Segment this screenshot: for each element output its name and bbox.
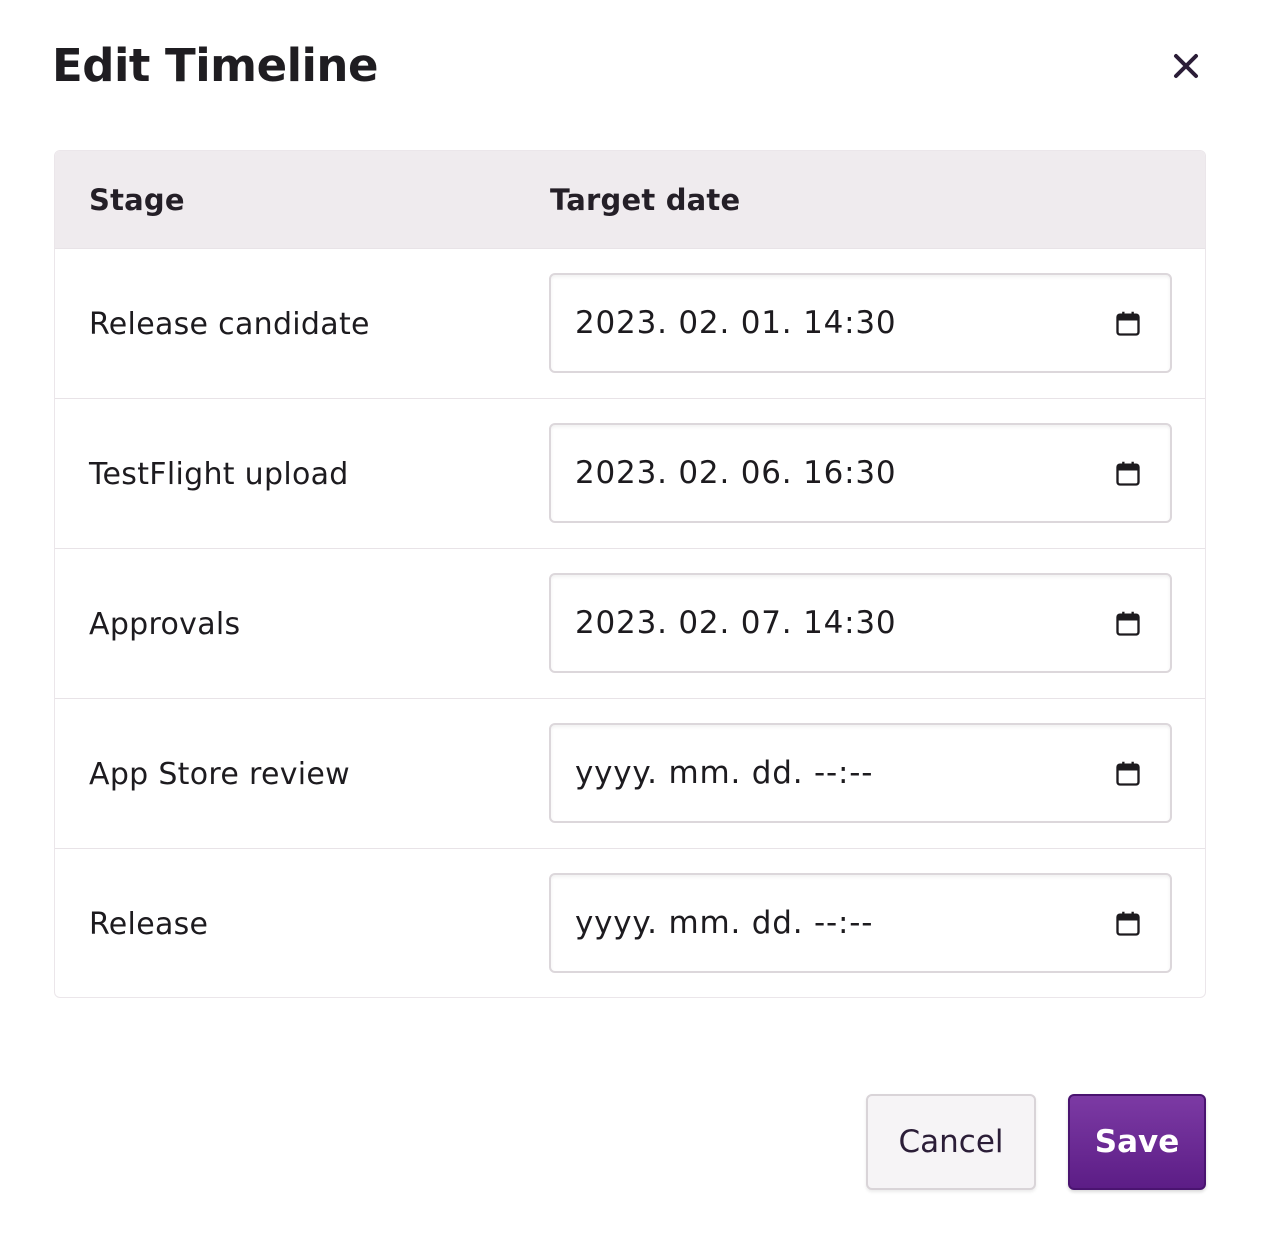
- table-row: Approvals 2023. 02. 07. 14:30: [55, 548, 1205, 698]
- close-icon: [1174, 54, 1198, 78]
- date-placeholder: yyyy. mm. dd. --:--: [575, 905, 874, 941]
- table-row: TestFlight upload 2023. 02. 06. 16:30: [55, 398, 1205, 548]
- table-row: Release yyyy. mm. dd. --:--: [55, 848, 1205, 997]
- date-value: 2023. 02. 01. 14:30: [575, 305, 897, 341]
- close-button[interactable]: [1165, 45, 1207, 87]
- stage-label: Release candidate: [89, 306, 370, 342]
- stage-label: App Store review: [89, 756, 350, 792]
- calendar-icon[interactable]: [1114, 310, 1142, 338]
- calendar-icon[interactable]: [1114, 610, 1142, 638]
- save-button[interactable]: Save: [1068, 1094, 1206, 1190]
- date-placeholder: yyyy. mm. dd. --:--: [575, 755, 874, 791]
- table-row: App Store review yyyy. mm. dd. --:--: [55, 698, 1205, 848]
- timeline-table: Stage Target date Release candidate 2023…: [54, 150, 1206, 998]
- target-date-input[interactable]: 2023. 02. 07. 14:30: [549, 573, 1172, 673]
- calendar-icon[interactable]: [1114, 760, 1142, 788]
- edit-timeline-dialog: Edit Timeline Stage Target date Release …: [0, 0, 1262, 1248]
- stage-label: Release: [89, 906, 209, 942]
- dialog-title: Edit Timeline: [52, 39, 379, 92]
- header-stage: Stage: [89, 182, 185, 217]
- calendar-icon[interactable]: [1114, 460, 1142, 488]
- calendar-icon[interactable]: [1114, 910, 1142, 938]
- date-value: 2023. 02. 06. 16:30: [575, 455, 897, 491]
- stage-label: Approvals: [89, 606, 241, 642]
- target-date-input[interactable]: yyyy. mm. dd. --:--: [549, 873, 1172, 973]
- table-header: Stage Target date: [55, 151, 1205, 248]
- date-value: 2023. 02. 07. 14:30: [575, 605, 897, 641]
- header-target-date: Target date: [550, 182, 741, 217]
- target-date-input[interactable]: 2023. 02. 06. 16:30: [549, 423, 1172, 523]
- cancel-button[interactable]: Cancel: [866, 1094, 1036, 1190]
- table-row: Release candidate 2023. 02. 01. 14:30: [55, 248, 1205, 398]
- stage-label: TestFlight upload: [89, 456, 349, 492]
- target-date-input[interactable]: yyyy. mm. dd. --:--: [549, 723, 1172, 823]
- target-date-input[interactable]: 2023. 02. 01. 14:30: [549, 273, 1172, 373]
